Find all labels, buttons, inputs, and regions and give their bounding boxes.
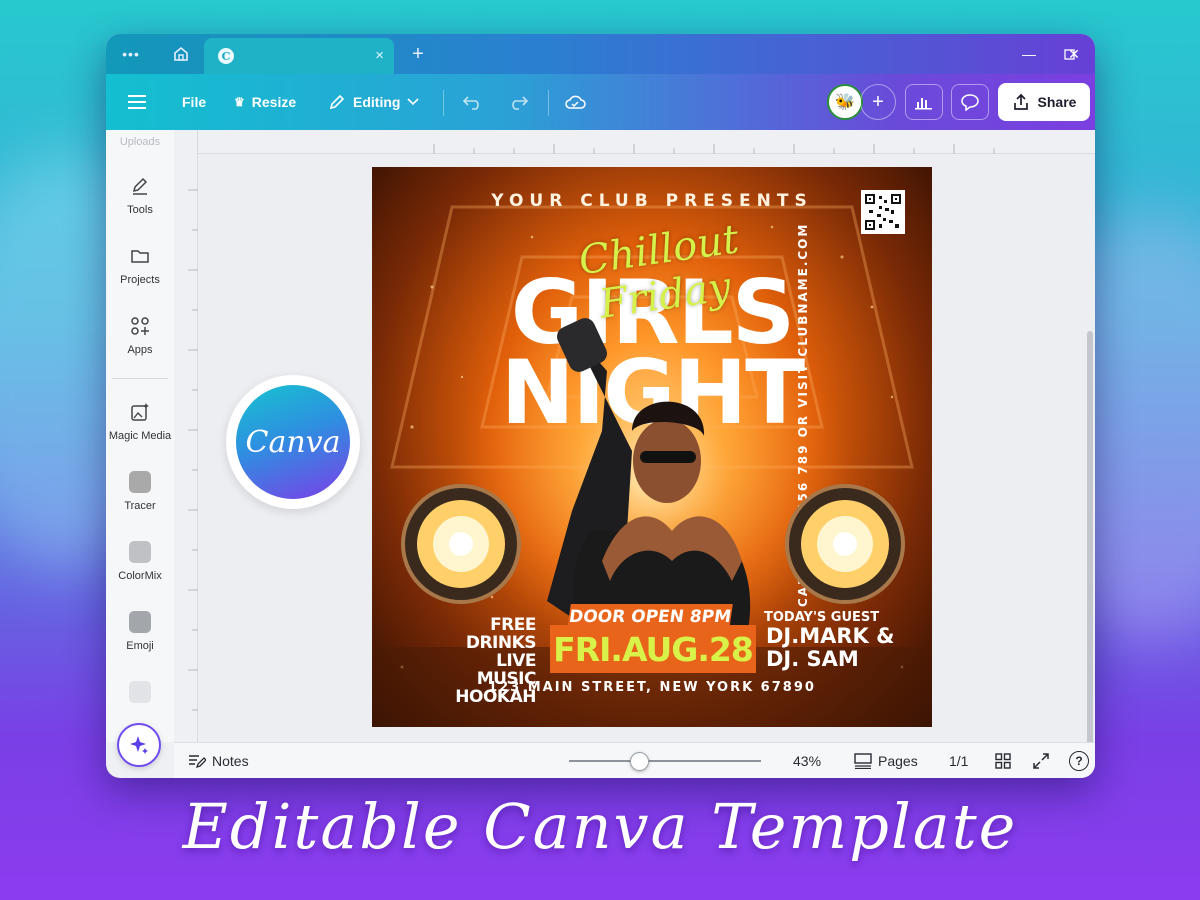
guest-line: DJ.MARK & — [766, 624, 895, 648]
toolbar-divider — [443, 90, 444, 116]
sidebar-item-apps[interactable]: Apps — [106, 314, 174, 374]
toolbar-divider — [548, 90, 549, 116]
apps-grid-icon — [128, 314, 152, 338]
insights-chart-icon[interactable] — [905, 84, 943, 120]
chevron-down-icon — [407, 98, 420, 106]
menu-icon[interactable] — [128, 74, 148, 130]
editing-label: Editing — [353, 94, 401, 110]
vertical-scrollbar[interactable] — [1087, 331, 1093, 778]
sidebar-item-colormix[interactable]: ColorMix — [106, 540, 174, 600]
file-menu[interactable]: File — [182, 74, 206, 130]
folder-icon — [128, 244, 152, 268]
pages-label: Pages — [878, 753, 918, 769]
sidebar-item-emoji[interactable]: Emoji — [106, 610, 174, 670]
user-avatar[interactable]: 🐝 — [827, 84, 863, 120]
poster-address: 123 MAIN STREET, NEW YORK 67890 — [488, 680, 816, 695]
sidebar-divider — [112, 378, 168, 379]
app-icon — [128, 680, 152, 704]
magic-assistant-button[interactable] — [117, 723, 161, 767]
sidebar-item-label: Tools — [127, 204, 153, 216]
sidebar-item-tools[interactable]: Tools — [106, 174, 174, 234]
sidebar-item-label: ColorMix — [118, 570, 162, 582]
sidebar-item-magic-media[interactable]: Magic Media — [106, 400, 174, 460]
tracer-app-icon — [128, 470, 152, 494]
notes-icon — [189, 755, 206, 769]
more-icon[interactable]: ••• — [116, 34, 146, 74]
sidebar-item-label: Tracer — [124, 500, 156, 512]
upload-share-icon — [1013, 93, 1028, 110]
sidebar-item-label: Magic Media — [108, 430, 172, 442]
uploads-label[interactable]: Uploads — [106, 136, 174, 148]
perk-line: FREE DRINKS — [465, 615, 537, 653]
home-icon[interactable] — [168, 34, 194, 74]
help-button[interactable]: ? — [1069, 743, 1089, 778]
guest-line: DJ. SAM — [766, 647, 859, 671]
pages-icon — [854, 753, 872, 769]
canva-tab-icon: C — [218, 48, 234, 64]
bee-avatar-icon: 🐝 — [835, 94, 855, 111]
comment-icon[interactable] — [951, 84, 989, 120]
promo-caption: Editable Canva Template — [182, 790, 1018, 863]
sidebar-item-label: Projects — [120, 274, 160, 286]
share-button[interactable]: Share — [998, 83, 1090, 121]
poster-presents-text: YOUR CLUB PRESENTS — [491, 191, 813, 211]
grid-view-icon[interactable] — [994, 743, 1012, 778]
pencil-icon — [128, 174, 152, 198]
help-icon: ? — [1069, 751, 1089, 771]
poster-design[interactable]: YOUR CLUB PRESENTS GIRLS NIGHT Chillout … — [372, 167, 932, 727]
tab-bar: ••• C × + — ✕ — [106, 34, 1095, 74]
add-collaborator-icon[interactable]: + — [860, 84, 896, 120]
resize-button[interactable]: ♛ Resize — [234, 74, 296, 130]
zoom-slider-handle[interactable] — [630, 752, 649, 771]
pencil-edit-icon — [329, 94, 345, 110]
magic-media-icon — [128, 400, 152, 424]
share-label: Share — [1037, 94, 1077, 110]
stage-light-right — [785, 484, 905, 604]
page-count: 1/1 — [949, 753, 969, 769]
sidebar-item-label: Emoji — [126, 640, 154, 652]
poster-guest-label: TODAY'S GUEST — [764, 610, 880, 625]
side-panel: Uploads Tools Projects Apps Magic Media — [106, 130, 174, 742]
bottom-bar: Notes 43% Pages 1/1 ? — [174, 742, 1095, 778]
ruler-vertical — [174, 130, 198, 742]
crown-icon: ♛ — [234, 95, 245, 109]
ruler-horizontal — [174, 130, 1095, 154]
zoom-percentage[interactable]: 43% — [793, 743, 821, 778]
window-close-icon[interactable]: ✕ — [1054, 34, 1094, 74]
poster-date: FRI.AUG.28 — [550, 625, 756, 673]
editor-toolbar: File ♛ Resize Editing 🐝 + Share — [106, 74, 1095, 130]
minimize-icon[interactable]: — — [1009, 34, 1049, 74]
redo-icon[interactable] — [507, 74, 529, 130]
qr-code — [861, 190, 905, 234]
pages-button[interactable]: Pages — [854, 743, 918, 778]
editing-dropdown[interactable]: Editing — [328, 74, 420, 130]
zoom-slider-track[interactable] — [569, 760, 761, 762]
sparkle-icon — [130, 736, 148, 754]
stage-light-left — [401, 484, 521, 604]
notes-label: Notes — [212, 753, 249, 769]
plus-icon[interactable]: + — [406, 34, 430, 74]
poster-guests: DJ.MARK & DJ. SAM — [766, 625, 894, 671]
sidebar-item-projects[interactable]: Projects — [106, 244, 174, 304]
notes-button[interactable]: Notes — [188, 743, 249, 778]
fullscreen-icon[interactable] — [1032, 743, 1050, 778]
cloud-saved-icon[interactable] — [564, 74, 586, 130]
canva-logo-badge: Canva — [226, 375, 360, 509]
tab-current-design[interactable]: C × — [204, 38, 394, 74]
resize-label: Resize — [251, 94, 297, 110]
canva-logo: Canva — [236, 385, 350, 499]
emoji-app-icon — [128, 610, 152, 634]
sidebar-item-label: Apps — [127, 344, 153, 356]
colormix-app-icon — [128, 540, 152, 564]
close-icon[interactable]: × — [375, 47, 384, 64]
sidebar-item-tracer[interactable]: Tracer — [106, 470, 174, 530]
undo-icon[interactable] — [462, 74, 484, 130]
